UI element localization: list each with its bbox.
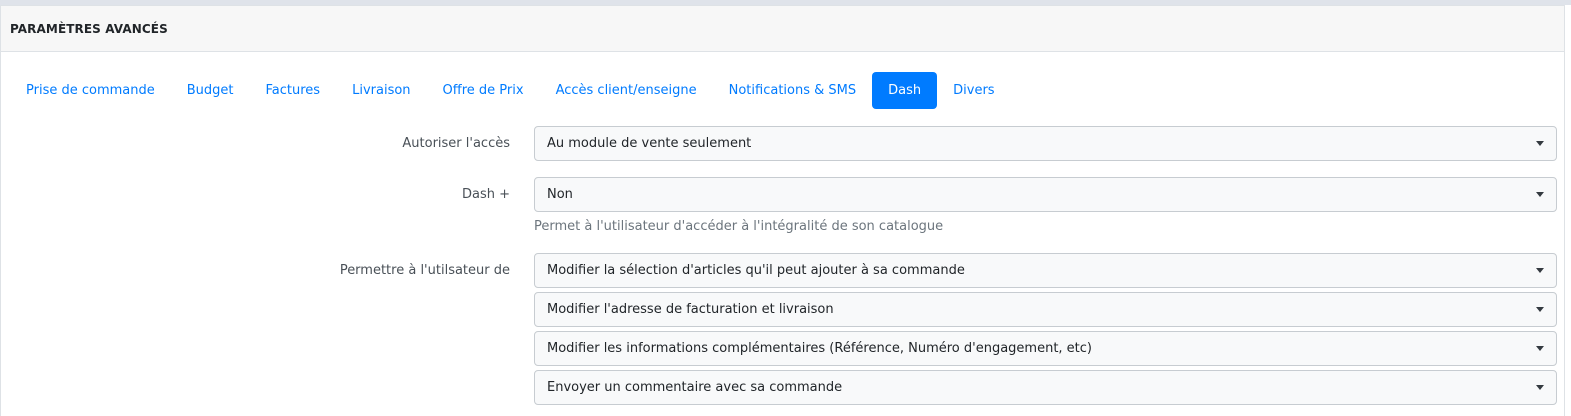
page-title: PARAMÈTRES AVANCÉS	[10, 21, 168, 36]
caret-down-icon	[1536, 268, 1544, 273]
card-header: PARAMÈTRES AVANCÉS	[1, 6, 1564, 52]
caret-down-icon	[1536, 346, 1544, 351]
tab-livraison[interactable]: Livraison	[336, 72, 426, 109]
access-select-value: Au module de vente seulement	[547, 136, 752, 151]
caret-down-icon	[1536, 141, 1544, 146]
permission-select-address[interactable]: Modifier l'adresse de facturation et liv…	[534, 292, 1557, 327]
caret-down-icon	[1536, 307, 1544, 312]
access-label: Autoriser l'accès	[402, 136, 510, 151]
tab-budget[interactable]: Budget	[171, 72, 250, 109]
permission-select-articles[interactable]: Modifier la sélection d'articles qu'il p…	[534, 253, 1557, 288]
permission-select-value: Modifier l'adresse de facturation et liv…	[547, 302, 834, 317]
dash-plus-select[interactable]: Non	[534, 177, 1557, 212]
dash-plus-label: Dash +	[461, 187, 510, 202]
permission-select-value: Modifier les informations complémentaire…	[547, 341, 1092, 356]
tab-divers[interactable]: Divers	[937, 72, 1010, 109]
settings-tabs: Prise de commande Budget Factures Livrai…	[10, 72, 1011, 109]
tab-acces-client[interactable]: Accès client/enseigne	[540, 72, 713, 109]
permission-select-info[interactable]: Modifier les informations complémentaire…	[534, 331, 1557, 366]
tab-factures[interactable]: Factures	[250, 72, 337, 109]
permission-select-value: Modifier la sélection d'articles qu'il p…	[547, 263, 965, 278]
access-select[interactable]: Au module de vente seulement	[534, 126, 1557, 161]
permission-select-comment[interactable]: Envoyer un commentaire avec sa commande	[534, 370, 1557, 405]
dash-plus-select-value: Non	[547, 187, 573, 202]
dash-plus-help: Permet à l'utilisateur d'accéder à l'int…	[534, 219, 944, 234]
permission-select-value: Envoyer un commentaire avec sa commande	[547, 380, 843, 395]
caret-down-icon	[1536, 192, 1544, 197]
tab-dash[interactable]: Dash	[872, 72, 938, 109]
tab-notifications-sms[interactable]: Notifications & SMS	[713, 72, 873, 109]
advanced-settings-card: PARAMÈTRES AVANCÉS Prise de commande Bud…	[0, 5, 1565, 416]
permissions-label: Permettre à l'utilsateur de	[339, 263, 510, 278]
tab-offre-de-prix[interactable]: Offre de Prix	[427, 72, 540, 109]
caret-down-icon	[1536, 385, 1544, 390]
tab-prise-de-commande[interactable]: Prise de commande	[10, 72, 171, 109]
